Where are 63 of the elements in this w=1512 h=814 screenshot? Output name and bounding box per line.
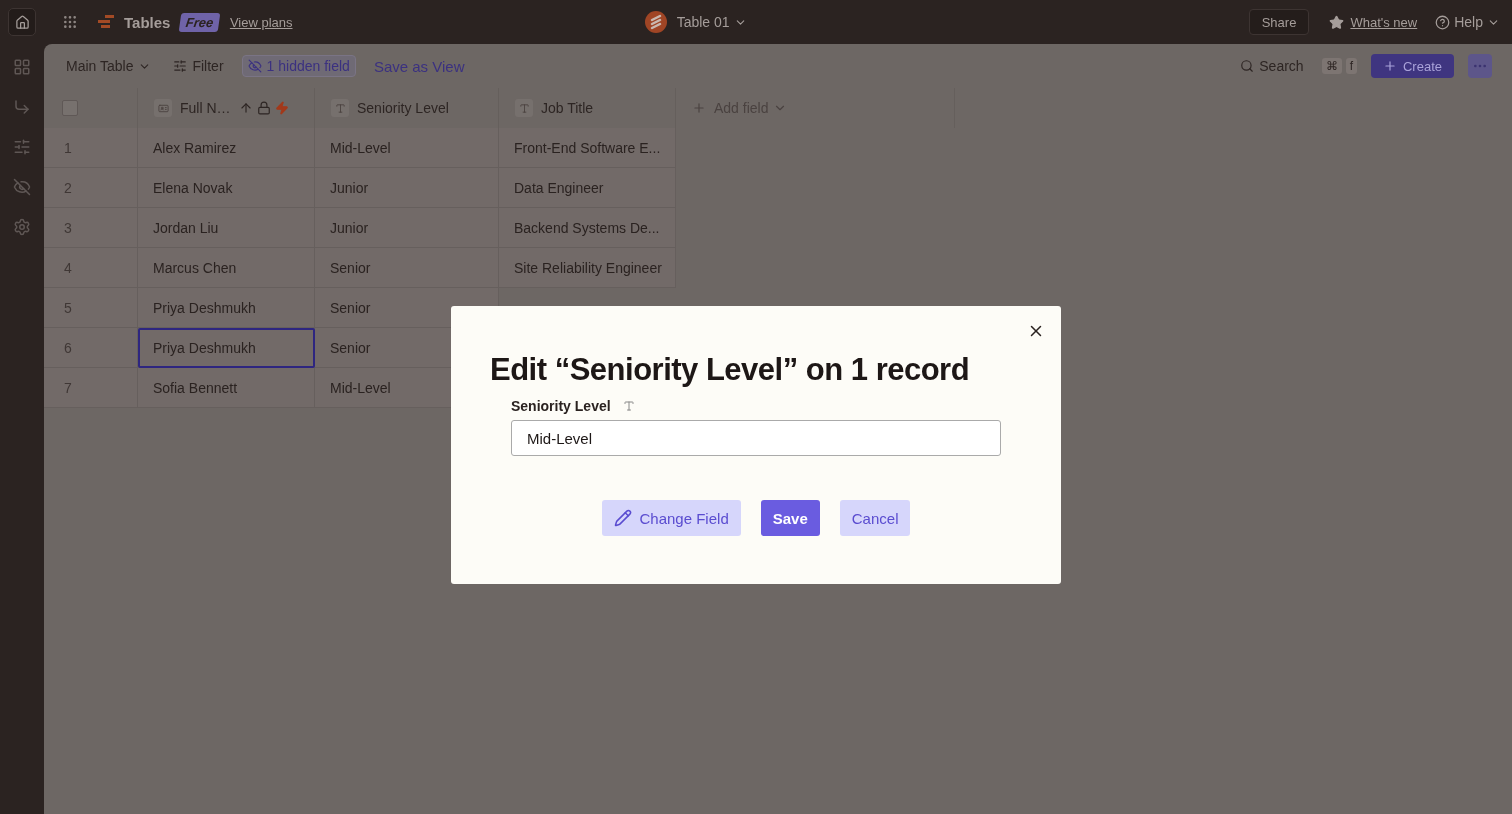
column-header[interactable]: Seniority Level — [357, 100, 449, 116]
whats-new-link[interactable]: What's new — [1350, 14, 1418, 30]
table-cell[interactable]: Senior — [315, 248, 499, 288]
lock-icon — [256, 101, 271, 115]
table-cell[interactable]: Site Reliability Engineer — [499, 248, 676, 288]
app-name: Tables — [124, 13, 171, 31]
save-button[interactable]: Save — [760, 500, 820, 536]
home-icon — [14, 14, 30, 30]
value-input[interactable]: Mid-Level — [511, 420, 1001, 456]
share-button[interactable]: Share — [1248, 9, 1310, 35]
table-cell[interactable]: Data Engineer — [499, 168, 676, 208]
plus-icon — [1382, 59, 1397, 73]
id-card-icon — [154, 99, 172, 117]
table-cell[interactable]: Junior — [315, 208, 499, 248]
star-icon — [1329, 14, 1345, 30]
table-cell[interactable]: Sofia Bennett — [138, 368, 315, 408]
more-button[interactable] — [1468, 54, 1492, 78]
apps-icon[interactable] — [13, 58, 31, 76]
table-cell[interactable]: Backend Systems De... — [499, 208, 676, 248]
lightning-icon — [274, 101, 289, 115]
cancel-button[interactable]: Cancel — [839, 500, 911, 536]
text-type-icon — [622, 400, 635, 412]
help-icon — [1435, 14, 1451, 30]
home-button[interactable] — [8, 8, 36, 36]
filter-button[interactable]: Filter — [169, 55, 228, 77]
sliders-icon[interactable] — [13, 138, 31, 156]
settings-icon[interactable] — [13, 218, 31, 236]
table-switcher[interactable]: Table 01 — [676, 14, 747, 30]
shortcut-key: ⌘ — [1321, 58, 1342, 74]
text-type-icon — [515, 99, 533, 117]
text-type-icon — [331, 99, 349, 117]
column-header[interactable]: Job Title — [541, 100, 594, 116]
table-cell[interactable]: Alex Ramirez — [138, 128, 315, 168]
table-cell[interactable]: Mid-Level — [315, 128, 499, 168]
view-dropdown[interactable]: Main Table — [62, 55, 156, 77]
add-icon — [692, 101, 706, 115]
table-cell[interactable]: Front-End Software E... — [499, 128, 676, 168]
table-cell[interactable]: Elena Novak — [138, 168, 315, 208]
create-button[interactable]: Create — [1370, 54, 1454, 78]
hidden-eye-icon[interactable] — [13, 178, 31, 196]
table-cell[interactable]: Marcus Chen — [138, 248, 315, 288]
arrow-icon[interactable] — [13, 98, 31, 116]
field-label: Seniority Level — [511, 398, 611, 414]
column-header[interactable]: Full N… — [180, 100, 231, 116]
hidden-fields-button[interactable]: 1 hidden field — [241, 55, 356, 77]
view-plans-link[interactable]: View plans — [229, 14, 293, 30]
plan-badge: Free — [179, 12, 222, 32]
hidden-eye-icon — [247, 59, 262, 73]
apps-grid-icon[interactable] — [62, 14, 78, 30]
change-field-button[interactable]: Change Field — [601, 500, 741, 536]
table-cell[interactable]: Jordan Liu — [138, 208, 315, 248]
select-all-checkbox[interactable] — [62, 100, 78, 116]
stacked-bars-logo-icon — [98, 15, 114, 29]
table-logo-icon — [644, 11, 667, 33]
table-cell[interactable]: Priya Deshmukh — [138, 328, 315, 368]
help-menu[interactable]: Help — [1435, 14, 1500, 30]
table-cell[interactable]: Junior — [315, 168, 499, 208]
table-cell[interactable]: Priya Deshmukh — [138, 288, 315, 328]
search-button[interactable]: Search — [1236, 55, 1308, 77]
shortcut-key: f — [1345, 58, 1357, 74]
pencil-icon — [613, 509, 632, 527]
search-icon — [1240, 59, 1255, 73]
filter-icon — [173, 59, 188, 73]
